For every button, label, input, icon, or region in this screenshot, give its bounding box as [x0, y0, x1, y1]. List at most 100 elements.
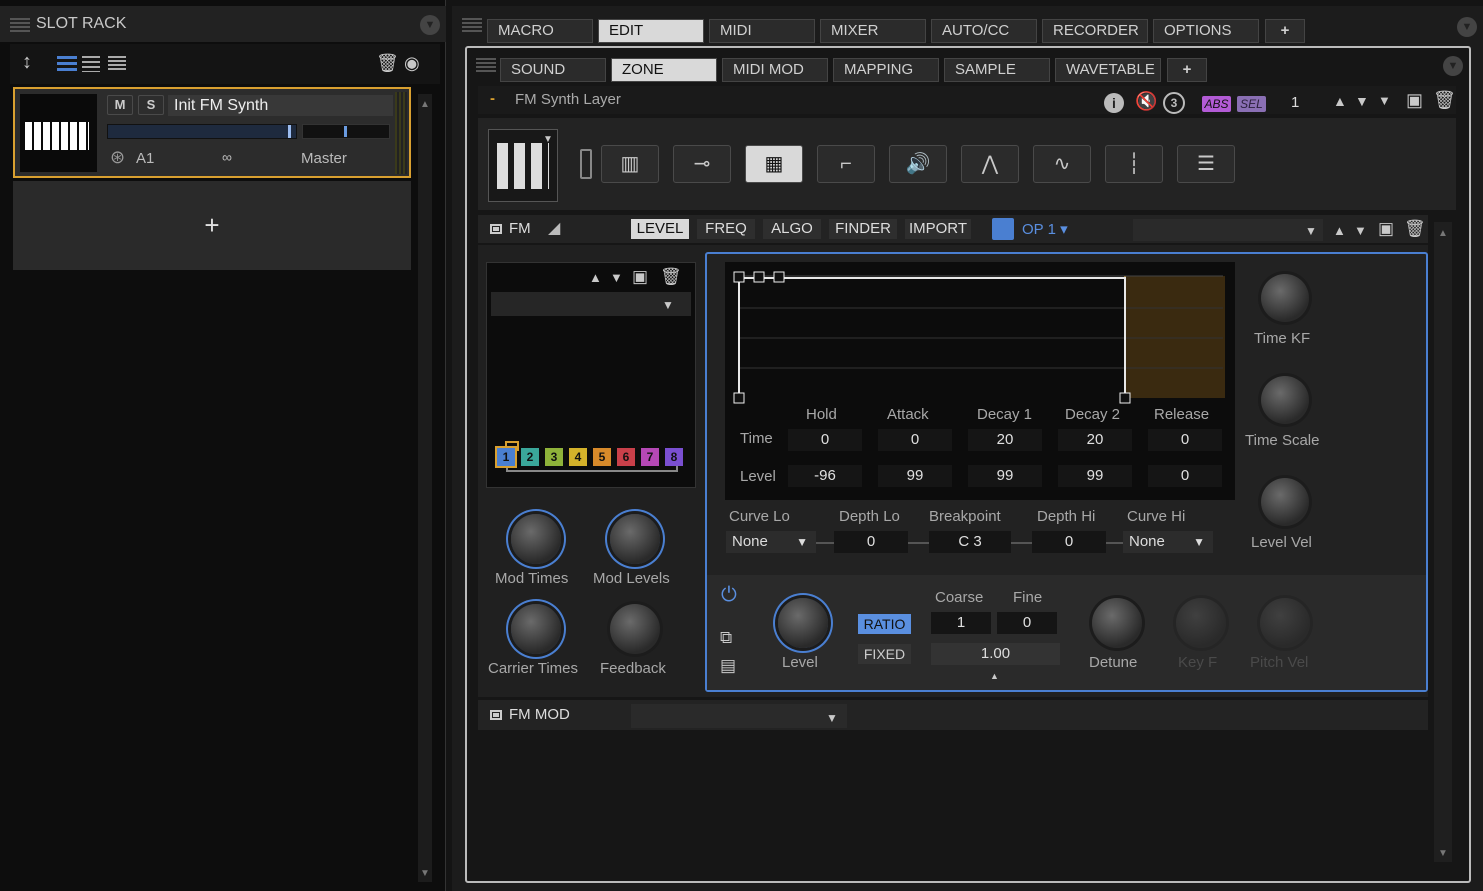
- tab-freq[interactable]: FREQ: [697, 219, 755, 239]
- prev-arrow-icon[interactable]: ▲: [1333, 93, 1347, 109]
- trash-icon[interactable]: 🗑: [1404, 220, 1426, 237]
- drag-grip-icon[interactable]: [10, 18, 30, 32]
- tab-recorder[interactable]: RECORDER: [1042, 19, 1148, 43]
- operator-6-chip[interactable]: 6: [617, 448, 635, 466]
- curve-hi-select[interactable]: None ▼: [1123, 531, 1213, 553]
- fixed-button[interactable]: FIXED: [858, 644, 911, 664]
- collapse-icon[interactable]: ▼: [1443, 56, 1463, 76]
- time-kf-knob[interactable]: [1261, 274, 1309, 322]
- env-time-attack[interactable]: 0: [878, 429, 952, 451]
- envelope-node[interactable]: [1119, 392, 1131, 404]
- scroll-down-icon[interactable]: ▼: [420, 866, 430, 882]
- solo-button[interactable]: S: [138, 95, 164, 115]
- depth-lo-field[interactable]: 0: [834, 531, 908, 553]
- operator-2-chip[interactable]: 2: [521, 448, 539, 466]
- level-vel-knob[interactable]: [1261, 478, 1309, 526]
- env-time-decay1[interactable]: 20: [968, 429, 1042, 451]
- chevron-down-icon[interactable]: ▼: [543, 132, 553, 148]
- operator-select[interactable]: OP 1 ▾: [1022, 220, 1068, 238]
- operator-level-knob[interactable]: [778, 598, 828, 648]
- list-view-small-icon[interactable]: [108, 56, 126, 72]
- env-time-release[interactable]: 0: [1148, 429, 1222, 451]
- chevron-down-icon[interactable]: ▼: [662, 297, 674, 313]
- envelope-node[interactable]: [733, 392, 745, 404]
- envelope-graph[interactable]: [733, 268, 1231, 406]
- depth-hi-field[interactable]: 0: [1032, 531, 1106, 553]
- slot-rack-scrollbar[interactable]: [418, 94, 432, 882]
- tab-mapping[interactable]: MAPPING: [833, 58, 939, 82]
- list-view-medium-icon[interactable]: [82, 56, 100, 72]
- save-icon[interactable]: ▣: [1378, 220, 1394, 237]
- selection-target-icon[interactable]: 3: [1163, 92, 1185, 114]
- power-icon[interactable]: ⏻: [721, 585, 737, 605]
- tab-midi[interactable]: MIDI: [709, 19, 815, 43]
- editor-scrollbar[interactable]: [1434, 222, 1452, 862]
- scroll-up-icon[interactable]: ▲: [420, 97, 430, 113]
- tab-macro[interactable]: MACRO: [487, 19, 593, 43]
- env-level-decay2[interactable]: 99: [1058, 465, 1132, 487]
- filter-module-button[interactable]: ⌐: [817, 145, 875, 183]
- pitch-vel-knob[interactable]: [1260, 598, 1310, 648]
- paste-icon[interactable]: ▤: [720, 657, 736, 674]
- operator-5-chip[interactable]: 5: [593, 448, 611, 466]
- volume-fader-handle[interactable]: [288, 125, 291, 138]
- trash-icon[interactable]: 🗑: [1433, 91, 1456, 109]
- abs-button[interactable]: ABS: [1202, 96, 1231, 112]
- env-level-attack[interactable]: 99: [878, 465, 952, 487]
- algorithm-dropdown[interactable]: [491, 292, 691, 316]
- keyboard-module-button[interactable]: ▥: [601, 145, 659, 183]
- chevron-down-icon[interactable]: ▼: [1305, 223, 1317, 239]
- key-f-knob[interactable]: [1176, 598, 1226, 648]
- sel-button[interactable]: SEL: [1237, 96, 1266, 112]
- time-scale-knob[interactable]: [1261, 376, 1309, 424]
- envelope-module-button[interactable]: ⋀: [961, 145, 1019, 183]
- tab-midi-mod[interactable]: MIDI MOD: [722, 58, 828, 82]
- tab-edit[interactable]: EDIT: [598, 19, 704, 43]
- frequency-field[interactable]: 1.00: [931, 643, 1060, 665]
- list-view-large-icon[interactable]: [57, 56, 77, 72]
- curve-lo-select[interactable]: None ▼: [726, 531, 816, 553]
- tab-algo[interactable]: ALGO: [763, 219, 821, 239]
- operator-7-chip[interactable]: 7: [641, 448, 659, 466]
- collapse-icon[interactable]: ▼: [1457, 17, 1477, 37]
- tab-zone[interactable]: ZONE: [611, 58, 717, 82]
- step-mod-button[interactable]: ┆: [1105, 145, 1163, 183]
- drag-grip-icon[interactable]: [462, 18, 482, 32]
- next-arrow-icon[interactable]: ▼: [610, 270, 623, 286]
- link-icon[interactable]: ∞: [222, 149, 232, 165]
- drag-grip-icon[interactable]: [476, 58, 496, 72]
- operator-8-chip[interactable]: 8: [665, 448, 683, 466]
- envelope-node[interactable]: [773, 271, 785, 283]
- mod-times-knob[interactable]: [511, 514, 561, 564]
- tab-sound[interactable]: SOUND: [500, 58, 606, 82]
- save-icon[interactable]: ▣: [1406, 91, 1423, 109]
- collapse-minus-icon[interactable]: [490, 710, 502, 720]
- oscillator-module-button[interactable]: ▦: [745, 145, 803, 183]
- midi-port[interactable]: A1: [136, 150, 154, 167]
- tab-sample[interactable]: SAMPLE: [944, 58, 1050, 82]
- add-tab-button[interactable]: +: [1265, 19, 1305, 43]
- add-tab-button[interactable]: +: [1167, 58, 1207, 82]
- tab-auto-cc[interactable]: AUTO/CC: [931, 19, 1037, 43]
- prev-arrow-icon[interactable]: ▲: [1333, 223, 1346, 239]
- tab-mixer[interactable]: MIXER: [820, 19, 926, 43]
- copy-icon[interactable]: ⧉: [720, 629, 732, 646]
- operator-1-chip[interactable]: 1: [495, 446, 517, 468]
- up-arrow-icon[interactable]: ▲: [990, 668, 999, 684]
- modmatrix-module-button[interactable]: ☰: [1177, 145, 1235, 183]
- breakpoint-field[interactable]: C 3: [929, 531, 1011, 553]
- envelope-node[interactable]: [753, 271, 765, 283]
- tab-level[interactable]: LEVEL: [631, 219, 689, 239]
- trash-icon[interactable]: 🗑: [376, 54, 399, 72]
- info-icon[interactable]: i: [1104, 93, 1124, 113]
- mute-speaker-icon[interactable]: 🔇: [1135, 92, 1157, 110]
- tab-wavetable[interactable]: WAVETABLE: [1055, 58, 1161, 82]
- wave-icon[interactable]: ◢: [548, 221, 560, 237]
- dropdown-icon[interactable]: ▼: [1378, 93, 1391, 109]
- prev-arrow-icon[interactable]: ▲: [589, 270, 602, 286]
- volume-fader[interactable]: [107, 124, 297, 139]
- detune-knob[interactable]: [1092, 598, 1142, 648]
- slot-name[interactable]: Init FM Synth: [168, 95, 393, 116]
- next-arrow-icon[interactable]: ▼: [1354, 223, 1367, 239]
- env-level-hold[interactable]: -96: [788, 465, 862, 487]
